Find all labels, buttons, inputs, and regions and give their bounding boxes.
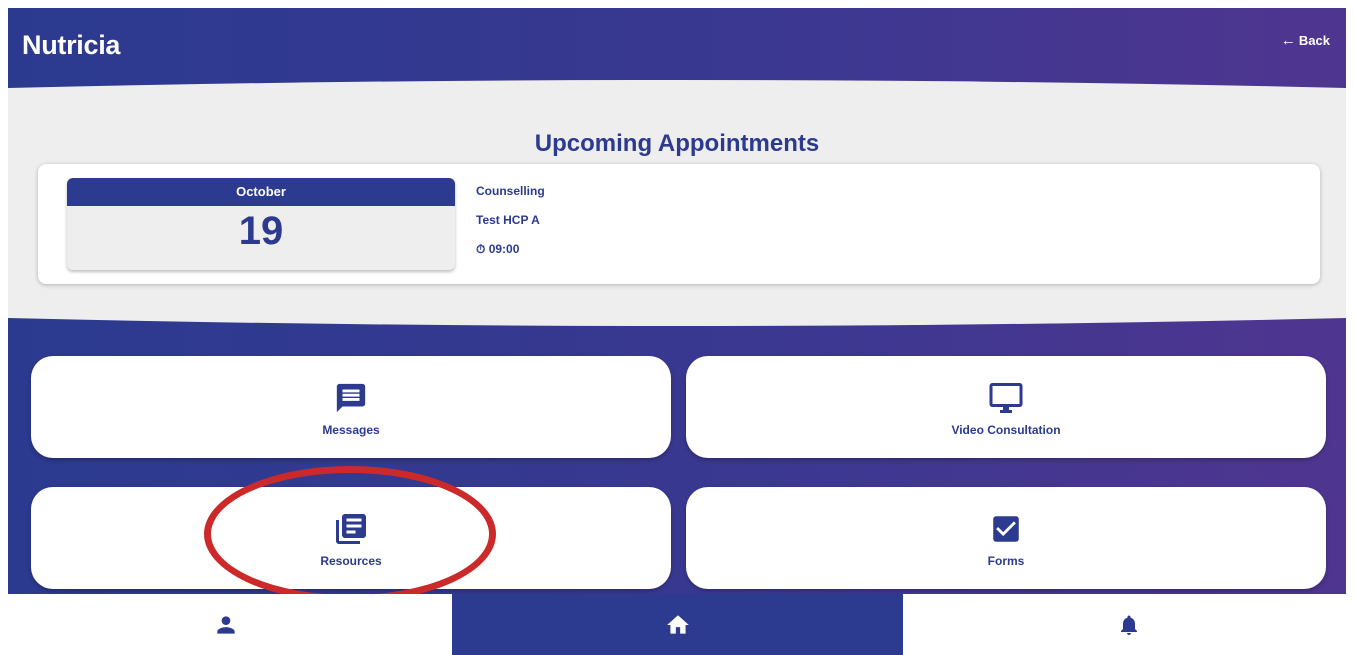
nav-profile[interactable] bbox=[0, 594, 451, 655]
appointment-day: 19 bbox=[238, 209, 284, 253]
bell-icon bbox=[1120, 615, 1137, 635]
messages-tile[interactable]: Messages bbox=[31, 356, 671, 458]
upcoming-appointments-section: Upcoming Appointments October 19 Counsel… bbox=[8, 78, 1346, 328]
back-label: Back bbox=[1298, 33, 1330, 48]
appointment-type: Counselling bbox=[476, 184, 545, 198]
arrow-left-icon: ← bbox=[1280, 32, 1296, 49]
appointment-card[interactable]: October 19 Counselling Test HCP A ⏱ 09:0… bbox=[38, 164, 1320, 284]
chat-message-icon bbox=[331, 380, 371, 416]
header: Nutricia ← Back bbox=[8, 8, 1346, 83]
resources-label: Resources bbox=[320, 554, 382, 568]
bottom-navigation bbox=[0, 594, 1354, 655]
appointment-date: October 19 bbox=[67, 178, 455, 270]
checkbox-icon bbox=[986, 511, 1026, 547]
appointment-month: October bbox=[67, 178, 455, 206]
messages-label: Messages bbox=[322, 423, 380, 437]
nav-notifications[interactable] bbox=[903, 594, 1354, 655]
brand-title: Nutricia bbox=[22, 30, 121, 60]
appointment-provider: Test HCP A bbox=[476, 213, 540, 227]
appointments-title: Upcoming Appointments bbox=[534, 130, 820, 157]
person-icon bbox=[216, 615, 235, 634]
forms-label: Forms bbox=[987, 554, 1025, 568]
home-icon bbox=[666, 614, 689, 634]
app-shell: Nutricia ← Back Upcoming Appointments Oc… bbox=[8, 8, 1346, 594]
video-consultation-label: Video Consultation bbox=[951, 423, 1061, 437]
appointment-time: ⏱ 09:00 bbox=[476, 242, 520, 256]
back-button[interactable]: ← Back bbox=[1281, 33, 1330, 48]
monitor-icon bbox=[986, 380, 1026, 416]
nav-home[interactable] bbox=[452, 594, 903, 655]
resources-tile[interactable]: Resources bbox=[31, 487, 671, 589]
library-books-icon bbox=[331, 511, 371, 547]
video-consultation-tile[interactable]: Video Consultation bbox=[686, 356, 1326, 458]
forms-tile[interactable]: Forms bbox=[686, 487, 1326, 589]
appointment-details: Counselling Test HCP A ⏱ 09:00 bbox=[476, 184, 545, 271]
